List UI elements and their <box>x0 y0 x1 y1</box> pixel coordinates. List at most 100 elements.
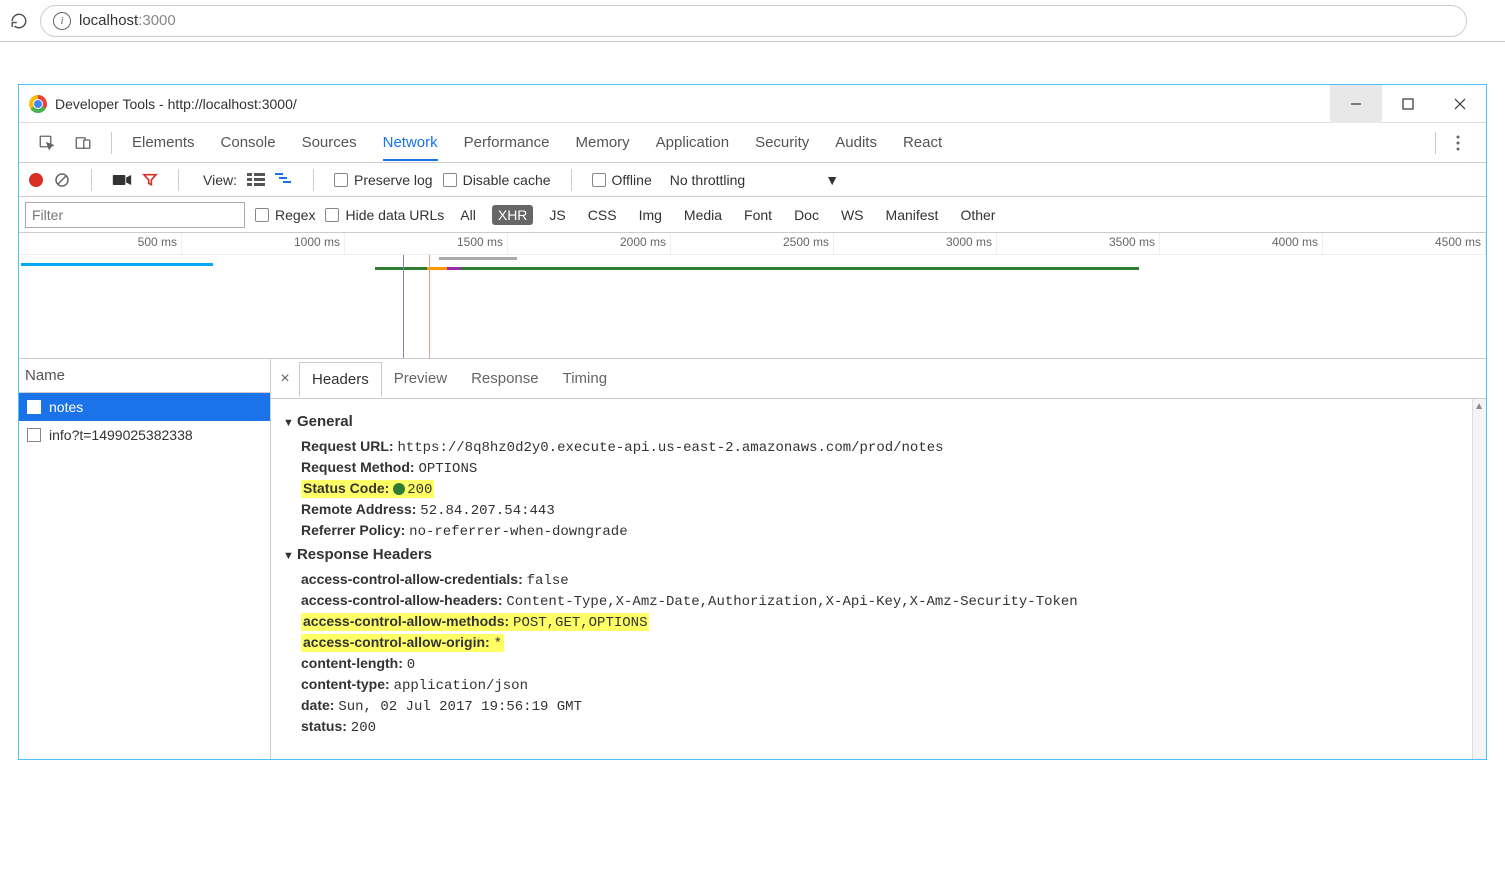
regex-checkbox[interactable]: Regex <box>255 207 315 223</box>
tab-security[interactable]: Security <box>755 126 809 160</box>
timeline-bar <box>21 263 213 266</box>
url-port: :3000 <box>138 12 176 29</box>
separator <box>1435 132 1436 154</box>
separator <box>91 169 92 191</box>
window-title: Developer Tools - http://localhost:3000/ <box>55 96 297 112</box>
separator <box>571 169 572 191</box>
clear-button[interactable] <box>53 171 71 189</box>
tab-application[interactable]: Application <box>656 126 729 160</box>
timeline-bar <box>375 267 1139 270</box>
filter-funnel-icon[interactable] <box>142 172 158 188</box>
filter-type-js[interactable]: JS <box>543 205 571 225</box>
chevron-down-icon: ▼ <box>825 172 839 188</box>
filter-input[interactable] <box>25 202 245 228</box>
tab-network[interactable]: Network <box>383 126 438 161</box>
close-details-button[interactable]: × <box>271 370 299 388</box>
domcontentloaded-line <box>403 255 404 359</box>
inspect-icon[interactable] <box>35 131 59 155</box>
waterfall-icon[interactable] <box>275 173 293 187</box>
record-button[interactable] <box>29 173 43 187</box>
filter-type-font[interactable]: Font <box>738 205 778 225</box>
header-value: 0 <box>407 657 415 673</box>
camera-icon[interactable] <box>112 173 132 187</box>
header-value: no-referrer-when-downgrade <box>409 524 627 540</box>
header-value: false <box>527 573 569 589</box>
site-info-icon[interactable]: i <box>53 12 71 30</box>
address-bar[interactable]: i localhost:3000 <box>40 5 1467 37</box>
filter-type-css[interactable]: CSS <box>582 205 623 225</box>
titlebar: Developer Tools - http://localhost:3000/ <box>19 85 1486 123</box>
minimize-button[interactable] <box>1330 85 1382 123</box>
large-rows-icon[interactable] <box>247 173 265 187</box>
filter-type-ws[interactable]: WS <box>835 205 870 225</box>
details-tab-timing[interactable]: Timing <box>551 362 619 396</box>
offline-checkbox[interactable]: Offline <box>592 172 652 188</box>
header-row: Remote Address: 52.84.207.54:443 <box>301 501 1474 519</box>
details-tab-response[interactable]: Response <box>459 362 551 396</box>
header-key: status: <box>301 718 347 734</box>
more-icon[interactable] <box>1446 131 1470 155</box>
preserve-log-checkbox[interactable]: Preserve log <box>334 172 433 188</box>
header-key: access-control-allow-credentials: <box>301 571 523 587</box>
filter-type-all[interactable]: All <box>454 205 482 225</box>
timeline[interactable]: 500 ms1000 ms1500 ms2000 ms2500 ms3000 m… <box>19 233 1486 359</box>
tab-sources[interactable]: Sources <box>302 126 357 160</box>
timeline-tick: 3000 ms <box>834 233 997 254</box>
hide-data-urls-checkbox[interactable]: Hide data URLs <box>325 207 444 223</box>
header-key: content-length: <box>301 655 403 671</box>
main-tabs: Elements Console Sources Network Performance… <box>19 123 1486 163</box>
tab-audits[interactable]: Audits <box>835 126 877 160</box>
scroll-up-icon[interactable]: ▲ <box>1474 401 1484 412</box>
timeline-tick: 2000 ms <box>508 233 671 254</box>
request-row[interactable]: info?t=1499025382338 <box>19 421 270 449</box>
file-icon <box>27 400 41 414</box>
name-panel: Name notes info?t=1499025382338 <box>19 359 271 759</box>
request-row[interactable]: notes <box>19 393 270 421</box>
header-value: Sun, 02 Jul 2017 19:56:19 GMT <box>338 699 582 715</box>
header-row: access-control-allow-origin: * <box>301 634 1474 652</box>
throttling-dropdown[interactable]: No throttling ▼ <box>662 170 847 190</box>
header-row: content-length: 0 <box>301 655 1474 673</box>
timeline-tick: 4500 ms <box>1323 233 1486 254</box>
scrollbar[interactable]: ▲ <box>1472 399 1486 759</box>
tab-console[interactable]: Console <box>221 126 276 160</box>
disable-cache-checkbox[interactable]: Disable cache <box>443 172 551 188</box>
header-row: access-control-allow-methods: POST,GET,O… <box>301 613 1474 631</box>
general-section-header[interactable]: General <box>283 413 1474 430</box>
tab-memory[interactable]: Memory <box>576 126 630 160</box>
filter-type-img[interactable]: Img <box>633 205 668 225</box>
tab-performance[interactable]: Performance <box>464 126 550 160</box>
filter-type-xhr[interactable]: XHR <box>492 205 534 225</box>
filter-type-manifest[interactable]: Manifest <box>880 205 945 225</box>
header-key: access-control-allow-origin: <box>303 634 490 650</box>
filter-type-other[interactable]: Other <box>954 205 1001 225</box>
header-row: content-type: application/json <box>301 676 1474 694</box>
maximize-button[interactable] <box>1382 85 1434 123</box>
request-name: notes <box>49 399 83 415</box>
reload-icon[interactable] <box>8 10 30 32</box>
details-panel: × HeadersPreviewResponseTiming ▲ General… <box>271 359 1486 759</box>
close-button[interactable] <box>1434 85 1486 123</box>
device-icon[interactable] <box>71 131 95 155</box>
header-value: OPTIONS <box>418 461 477 477</box>
request-name: info?t=1499025382338 <box>49 427 193 443</box>
tab-elements[interactable]: Elements <box>132 126 195 160</box>
name-column-header[interactable]: Name <box>19 359 270 393</box>
header-value: 52.84.207.54:443 <box>420 503 554 519</box>
header-value: * <box>494 636 502 652</box>
timeline-bar <box>439 257 517 260</box>
header-key: access-control-allow-headers: <box>301 592 503 608</box>
browser-toolbar: i localhost:3000 <box>0 0 1505 42</box>
details-tab-preview[interactable]: Preview <box>382 362 459 396</box>
details-tab-headers[interactable]: Headers <box>299 362 382 397</box>
header-key: access-control-allow-methods: <box>303 613 509 629</box>
response-headers-section-header[interactable]: Response Headers <box>283 546 1474 563</box>
header-value: 200 <box>407 482 432 498</box>
timeline-tick: 2500 ms <box>671 233 834 254</box>
filter-type-doc[interactable]: Doc <box>788 205 825 225</box>
header-value: Content-Type,X-Amz-Date,Authorization,X-… <box>506 594 1077 610</box>
tab-react[interactable]: React <box>903 126 942 160</box>
filter-type-media[interactable]: Media <box>678 205 728 225</box>
header-row: Status Code: 200 <box>301 480 1474 498</box>
header-value: https://8q8hz0d2y0.execute-api.us-east-2… <box>397 440 943 456</box>
